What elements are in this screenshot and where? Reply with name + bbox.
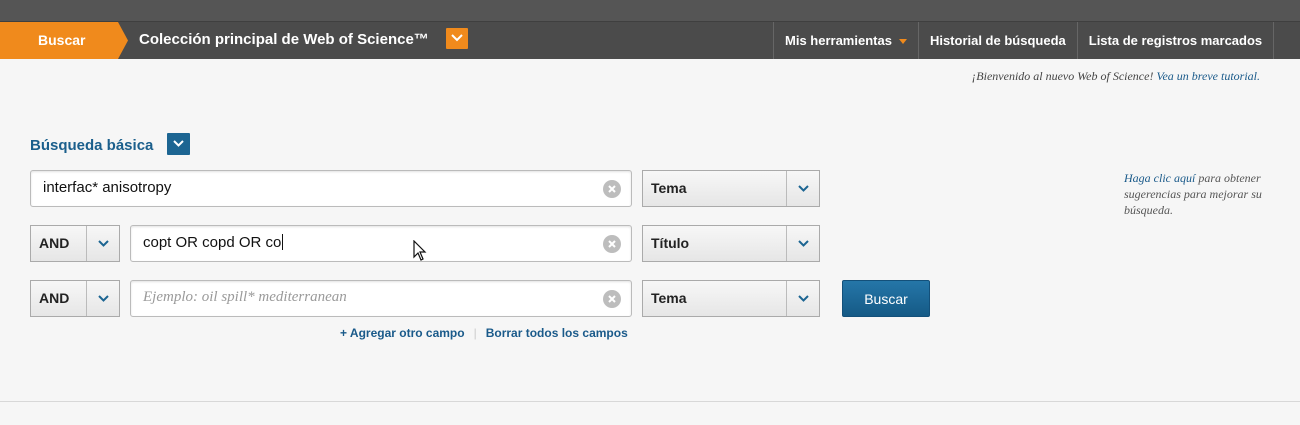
add-field-link[interactable]: + Agregar otro campo — [340, 326, 465, 340]
search-mode-dropdown[interactable] — [167, 133, 190, 155]
nav-links: Mis herramientas Historial de búsqueda L… — [773, 22, 1275, 59]
chevron-down-icon — [798, 240, 809, 247]
collection-title: Colección principal de Web of Science™ — [139, 31, 429, 48]
field-select-2-value: Título — [651, 235, 690, 251]
search-input-2[interactable]: copt OR copd OR co — [130, 225, 632, 262]
chevron-down-icon — [451, 34, 463, 42]
field-select-3-value: Tema — [651, 290, 687, 306]
top-navbar: Buscar Colección principal de Web of Sci… — [0, 21, 1300, 59]
nav-my-tools[interactable]: Mis herramientas — [773, 22, 918, 59]
search-input-2-value: copt OR copd OR co — [143, 234, 282, 251]
search-button[interactable]: Buscar — [842, 280, 930, 317]
mouse-cursor-icon — [413, 240, 427, 261]
nav-search-history-label: Historial de búsqueda — [929, 33, 1066, 48]
chevron-down-icon — [98, 240, 109, 247]
nav-marked-list[interactable]: Lista de registros marcados — [1076, 22, 1275, 59]
clear-icon[interactable] — [603, 290, 621, 308]
search-input-3[interactable]: Ejemplo: oil spill* mediterranean — [130, 280, 632, 317]
search-tips: Haga clic aquí para obtener sugerencias … — [1124, 170, 1274, 218]
search-input-1-value: interfac* anisotropy — [43, 179, 172, 196]
tips-link[interactable]: Haga clic aquí — [1124, 171, 1195, 185]
field-select-1-value: Tema — [651, 180, 687, 196]
search-tab[interactable]: Buscar — [0, 22, 128, 59]
browser-top-strip — [0, 0, 1300, 21]
operator-select-2[interactable]: AND — [30, 225, 120, 262]
clear-icon[interactable] — [603, 180, 621, 198]
clear-icon[interactable] — [603, 235, 621, 253]
chevron-down-icon — [798, 295, 809, 302]
clear-fields-link[interactable]: Borrar todos los campos — [486, 326, 628, 340]
chevron-down-icon — [98, 295, 109, 302]
welcome-message: ¡Bienvenido al nuevo Web of Science! Vea… — [972, 69, 1260, 84]
search-mode-label: Búsqueda básica — [30, 137, 154, 154]
nav-search-history[interactable]: Historial de búsqueda — [917, 22, 1077, 59]
nav-my-tools-label: Mis herramientas — [785, 33, 892, 48]
chevron-down-icon — [798, 185, 809, 192]
welcome-text: ¡Bienvenido al nuevo Web of Science! — [971, 69, 1157, 83]
field-select-2[interactable]: Título — [642, 225, 820, 262]
text-caret — [282, 234, 284, 250]
search-button-label: Buscar — [864, 291, 908, 307]
operator-select-3-value: AND — [39, 290, 70, 306]
search-input-1[interactable]: interfac* anisotropy — [30, 170, 632, 207]
search-tab-label: Buscar — [38, 32, 86, 48]
field-actions: + Agregar otro campo | Borrar todos los ca… — [340, 326, 628, 340]
divider: | — [473, 326, 477, 340]
divider — [0, 401, 1300, 402]
operator-select-3[interactable]: AND — [30, 280, 120, 317]
tutorial-link[interactable]: Vea un breve tutorial. — [1156, 69, 1260, 83]
field-select-3[interactable]: Tema — [642, 280, 820, 317]
operator-select-2-value: AND — [39, 235, 70, 251]
chevron-down-icon — [173, 140, 184, 147]
collection-dropdown-button[interactable] — [446, 28, 468, 49]
nav-marked-list-label: Lista de registros marcados — [1088, 33, 1263, 48]
search-input-3-placeholder: Ejemplo: oil spill* mediterranean — [143, 289, 347, 305]
caret-down-icon — [898, 38, 907, 44]
field-select-1[interactable]: Tema — [642, 170, 820, 207]
